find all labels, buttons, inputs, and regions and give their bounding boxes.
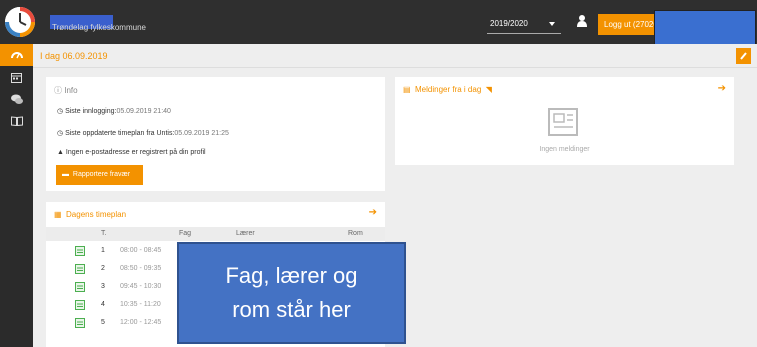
sidebar-item-messages[interactable]	[0, 88, 33, 110]
lesson-time: 08:50 - 09:35	[120, 265, 162, 272]
lesson-number: 2	[101, 265, 105, 272]
sidebar-item-book[interactable]	[0, 110, 33, 132]
sidebar-item-dashboard[interactable]	[0, 44, 33, 66]
annotation-overlay: Fag, lærer og rom står her	[177, 242, 406, 344]
arrow-right-icon[interactable]: ➔	[369, 207, 377, 218]
chevron-down-icon	[549, 22, 555, 26]
last-timetable-label: Siste oppdaterte timeplan fra Untis:	[65, 129, 175, 137]
last-login-label: Siste innlogging:	[65, 107, 117, 115]
no-email-row: ▲ Ingen e-postadresse er registrert på d…	[57, 149, 206, 156]
column-header: T.	[101, 230, 107, 237]
calendar-icon: ▦	[54, 210, 64, 219]
info-title-label: Info	[64, 86, 78, 95]
chat-icon	[10, 94, 23, 104]
book-icon	[10, 116, 23, 126]
calendar-icon	[75, 300, 85, 310]
logout-button[interactable]: Logg ut (27020	[598, 14, 654, 35]
no-email-text: Ingen e-postadresse er registrert på din…	[65, 149, 206, 156]
messages-panel: ▤ Meldinger fra i dag ◥ ➔ Ingen meldinge…	[395, 77, 734, 165]
warning-icon: ▲	[57, 149, 66, 156]
lesson-time: 10:35 - 11:20	[120, 301, 161, 308]
lesson-number: 3	[101, 283, 105, 290]
lesson-time: 12:00 - 12:45	[120, 319, 162, 326]
date-bar: I dag 06.09.2019	[33, 44, 757, 68]
calendar-icon	[75, 264, 85, 274]
newspaper-icon: ▤	[403, 85, 413, 94]
annotation-line-1: Fag, lærer og	[225, 263, 358, 288]
edit-button[interactable]	[736, 48, 751, 64]
last-timetable-row: ◷ Siste oppdaterte timeplan fra Untis: 0…	[57, 129, 229, 138]
school-year-select[interactable]: 2019/2020	[487, 14, 561, 34]
bed-icon: ▬	[62, 171, 71, 178]
app-logo-clock-icon[interactable]	[0, 0, 44, 44]
last-login-row: ◷ Siste innlogging: 05.09.2019 21:40	[57, 107, 171, 116]
org-name: Trøndelag fylkeskommune	[52, 23, 146, 32]
clock-icon: ◷	[57, 130, 66, 137]
column-header: Lærer	[236, 230, 255, 237]
lesson-number: 1	[101, 247, 105, 254]
redaction-box	[654, 10, 756, 45]
timetable-title[interactable]: ▦ Dagens timeplan	[54, 210, 126, 219]
lesson-time: 08:00 - 08:45	[120, 247, 162, 254]
rss-icon: ◥	[483, 85, 492, 94]
calendar-icon	[75, 282, 85, 292]
last-login-value: 05.09.2019 21:40	[116, 107, 171, 115]
lesson-number: 4	[101, 301, 105, 308]
calendar-icon	[11, 72, 22, 83]
clock-icon: ◷	[57, 108, 66, 115]
column-header: Fag	[179, 230, 192, 237]
dashboard-icon	[10, 52, 23, 59]
sidebar	[0, 44, 33, 347]
info-circle-icon: ⓘ	[54, 86, 62, 95]
column-header: Rom	[348, 230, 363, 237]
annotation-line-2: rom står her	[232, 297, 351, 322]
timetable-header: T. Fag Lærer Rom	[46, 227, 385, 241]
report-absence-label: Rapportere fravær	[72, 171, 131, 178]
newspaper-placeholder-icon	[548, 108, 578, 136]
info-panel: ⓘ Info ◷ Siste innlogging: 05.09.2019 21…	[46, 77, 385, 191]
user-icon[interactable]	[577, 14, 587, 28]
pencil-icon	[740, 52, 747, 60]
messages-title-label: Meldinger fra i dag	[415, 85, 482, 94]
report-absence-button[interactable]: ▬ Rapportere fravær	[56, 165, 143, 185]
last-timetable-value: 05.09.2019 21:25	[174, 129, 229, 137]
messages-title[interactable]: ▤ Meldinger fra i dag ◥	[403, 85, 492, 94]
arrow-right-icon[interactable]: ➔	[718, 83, 726, 94]
info-title: ⓘ Info	[54, 85, 78, 96]
lesson-number: 5	[101, 319, 105, 326]
calendar-icon	[75, 318, 85, 328]
timetable-title-label: Dagens timeplan	[66, 210, 127, 219]
sidebar-item-calendar[interactable]	[0, 66, 33, 88]
today-date: I dag 06.09.2019	[40, 51, 108, 61]
school-year-value: 2019/2020	[490, 19, 528, 28]
no-messages-text: Ingen meldinger	[539, 146, 590, 153]
lesson-time: 09:45 - 10:30	[120, 283, 162, 290]
calendar-icon	[75, 246, 85, 256]
top-bar: Trøndelag fylkeskommune 2019/2020 Logg u…	[0, 0, 757, 45]
